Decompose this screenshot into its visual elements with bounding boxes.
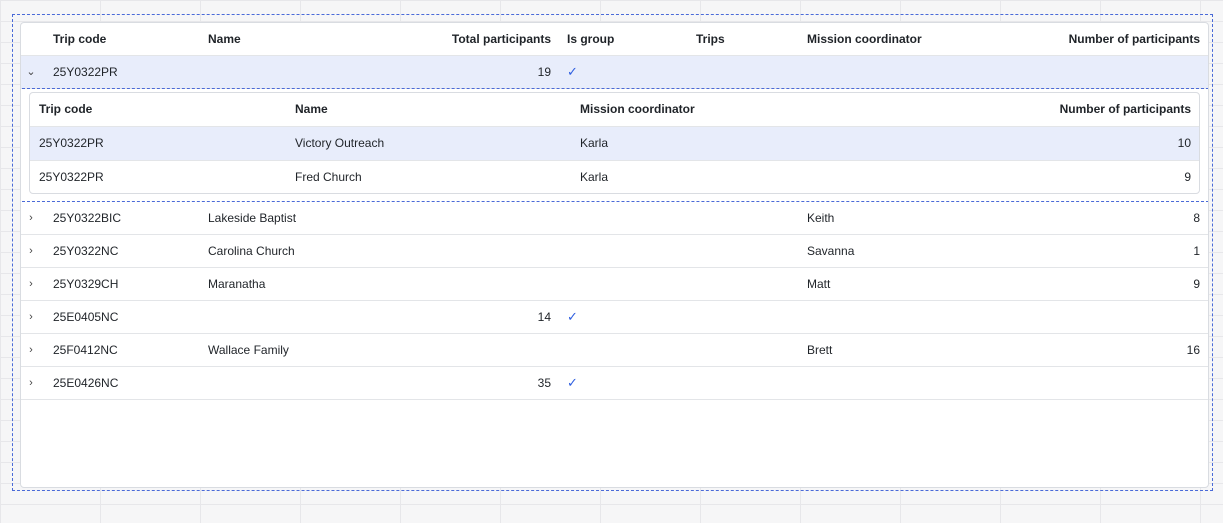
cell-trip-code: 25Y0322BIC <box>53 211 122 225</box>
cell-trip-code: 25E0405NC <box>53 310 119 324</box>
table-header-row: Trip code Name Total participants Is gro… <box>21 23 1208 56</box>
check-icon: ✓ <box>567 375 578 390</box>
subcell-name: Fred Church <box>295 170 362 184</box>
table-row[interactable]: › 25Y0329CH Maranatha Matt 9 <box>21 268 1208 301</box>
cell-mission-coordinator: Brett <box>807 343 833 357</box>
header-total-participants[interactable]: Total participants <box>401 23 551 55</box>
cell-number-of-participants <box>1021 367 1200 399</box>
table-row[interactable]: › 25E0405NC 14 ✓ <box>21 301 1208 334</box>
cell-mission-coordinator: Keith <box>807 211 835 225</box>
check-icon: ✓ <box>567 309 578 324</box>
header-is-group[interactable]: Is group <box>567 23 614 55</box>
table-row-expanded[interactable]: ⌄ 25Y0322PR 19 ✓ <box>21 56 1208 89</box>
subtable-row[interactable]: 25Y0322PR Fred Church Karla 9 <box>30 161 1199 193</box>
cell-total-participants <box>401 235 551 267</box>
chevron-right-icon[interactable]: › <box>23 268 39 300</box>
header-mission-coordinator[interactable]: Mission coordinator <box>807 23 922 55</box>
subcell-number-of-participants: 10 <box>1177 136 1191 150</box>
cell-number-of-participants: 16 <box>1186 343 1200 357</box>
chevron-right-icon[interactable]: › <box>23 202 39 234</box>
subcell-mission-coordinator: Karla <box>580 170 609 184</box>
cell-number-of-participants <box>1021 301 1200 333</box>
header-name[interactable]: Name <box>208 23 241 55</box>
cell-trip-code: 25Y0322NC <box>53 244 119 258</box>
cell-total-participants <box>401 334 551 366</box>
subcell-trip-code: 25Y0322PR <box>39 170 104 184</box>
check-icon: ✓ <box>567 64 578 79</box>
cell-name: Carolina Church <box>208 244 295 258</box>
subtable-header-row: Trip code Name Mission coordinator Numbe… <box>30 93 1199 127</box>
cell-number-of-participants: 9 <box>1193 277 1200 291</box>
chevron-down-icon[interactable]: ⌄ <box>23 56 39 88</box>
subcell-trip-code: 25Y0322PR <box>39 136 104 150</box>
cell-mission-coordinator: Savanna <box>807 244 855 258</box>
cell-number-of-participants: 1 <box>1193 244 1200 258</box>
subheader-number-of-participants[interactable]: Number of participants <box>930 93 1191 126</box>
cell-total-participants: 19 <box>537 65 551 79</box>
cell-total-participants <box>401 268 551 300</box>
cell-number-of-participants: 8 <box>1193 211 1200 225</box>
subheader-name[interactable]: Name <box>295 93 328 126</box>
subcell-mission-coordinator: Karla <box>580 136 609 150</box>
chevron-right-icon[interactable]: › <box>23 334 39 366</box>
cell-trip-code: 25F0412NC <box>53 343 118 357</box>
subheader-mission-coordinator[interactable]: Mission coordinator <box>580 93 695 126</box>
cell-trip-code: 25Y0329CH <box>53 277 119 291</box>
trips-table: Trip code Name Total participants Is gro… <box>20 22 1209 488</box>
header-number-of-participants[interactable]: Number of participants <box>1021 23 1200 55</box>
subcell-number-of-participants: 9 <box>1184 170 1191 184</box>
cell-trip-code: 25Y0322PR <box>53 65 118 79</box>
table-row[interactable]: › 25Y0322BIC Lakeside Baptist Keith 8 <box>21 202 1208 235</box>
subcell-name: Victory Outreach <box>295 136 385 150</box>
table-row[interactable]: › 25E0426NC 35 ✓ <box>21 367 1208 400</box>
table-row[interactable]: › 25F0412NC Wallace Family Brett 16 <box>21 334 1208 367</box>
chevron-right-icon[interactable]: › <box>23 301 39 333</box>
subtable-row[interactable]: 25Y0322PR Victory Outreach Karla 10 <box>30 127 1199 161</box>
cell-name: Maranatha <box>208 277 266 291</box>
cell-name: Wallace Family <box>208 343 289 357</box>
subheader-trip-code[interactable]: Trip code <box>39 93 92 126</box>
cell-trip-code: 25E0426NC <box>53 376 119 390</box>
cell-mission-coordinator: Matt <box>807 277 831 291</box>
table-row[interactable]: › 25Y0322NC Carolina Church Savanna 1 <box>21 235 1208 268</box>
group-members-subtable: Trip code Name Mission coordinator Numbe… <box>29 92 1200 194</box>
cell-total-participants: 14 <box>537 310 551 324</box>
header-trip-code[interactable]: Trip code <box>53 23 106 55</box>
chevron-right-icon[interactable]: › <box>23 367 39 399</box>
cell-total-participants <box>401 202 551 234</box>
cell-name: Lakeside Baptist <box>208 211 297 225</box>
header-trips[interactable]: Trips <box>696 23 725 55</box>
chevron-right-icon[interactable]: › <box>23 235 39 267</box>
cell-total-participants: 35 <box>537 376 551 390</box>
